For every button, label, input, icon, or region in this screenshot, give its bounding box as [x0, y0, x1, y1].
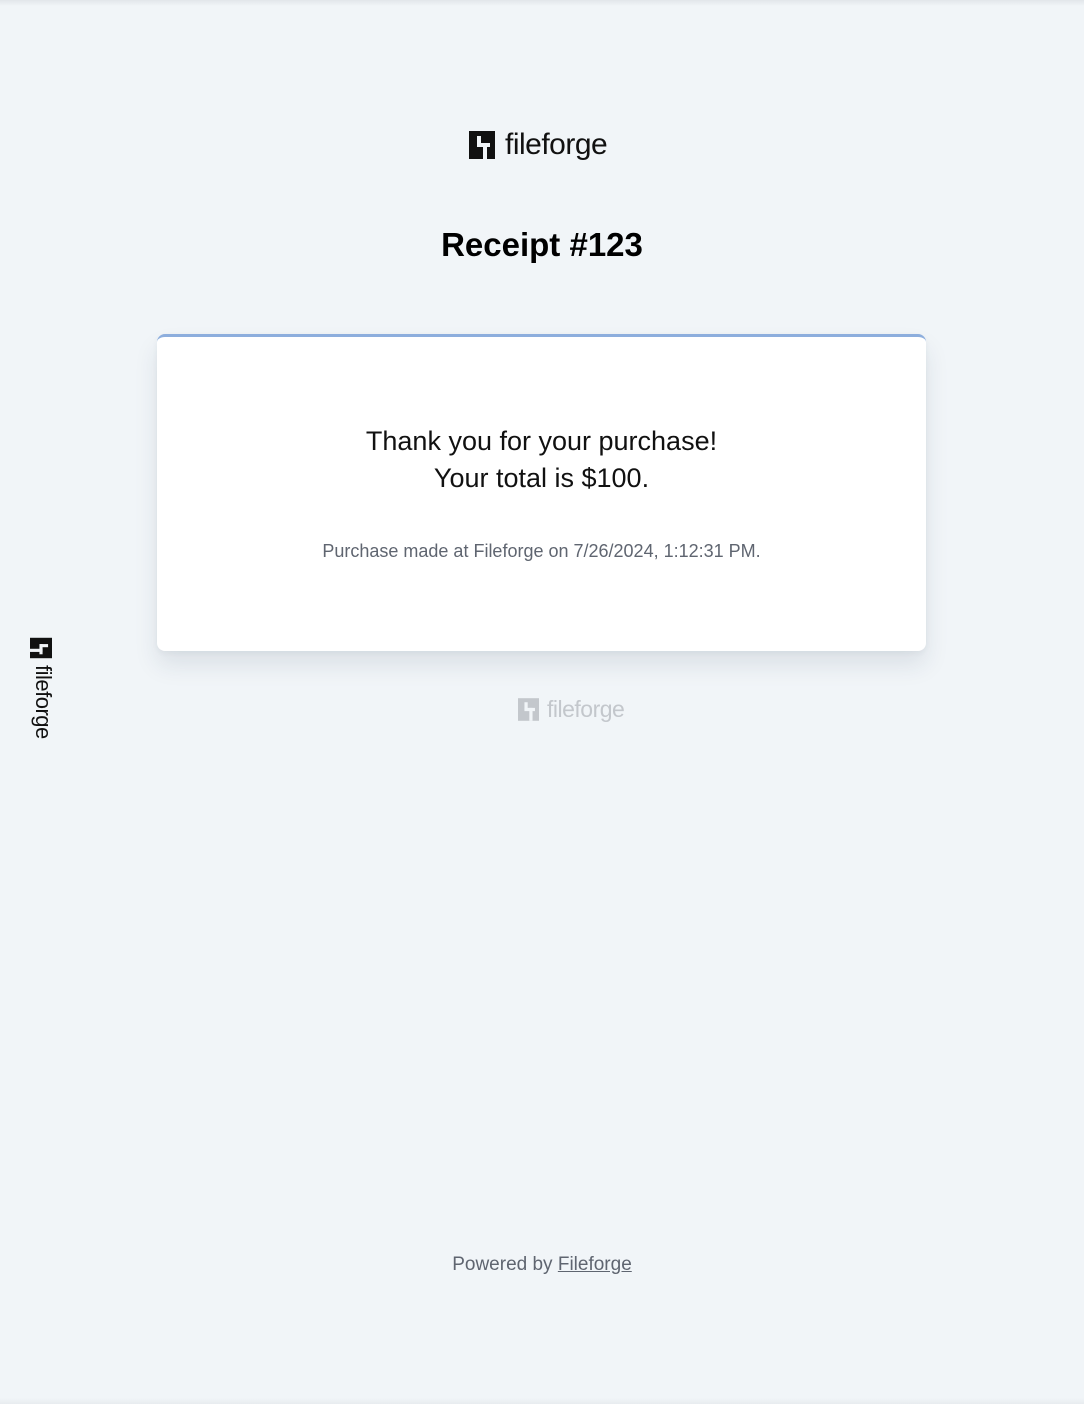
thank-you-message: Thank you for your purchase!	[365, 426, 718, 456]
watermark-logo: fileforge	[518, 696, 625, 722]
footer-prefix: Powered by	[452, 1254, 558, 1275]
footer: Powered by Fileforge	[0, 1254, 1084, 1276]
receipt-card: Thank you for your purchase! Your total …	[157, 334, 926, 651]
fileforge-logo-icon	[30, 637, 52, 659]
fileforge-logo-icon	[518, 698, 539, 721]
top-edge-shadow	[0, 0, 1084, 6]
watermark-wordmark: fileforge	[547, 696, 625, 722]
fileforge-link[interactable]: Fileforge	[558, 1254, 632, 1275]
total-message: Your total is $100.	[433, 463, 650, 493]
page-title: Receipt #123	[441, 226, 643, 263]
bottom-edge-shadow	[0, 1398, 1084, 1404]
fileforge-logo-icon	[469, 131, 495, 159]
logo-wordmark: fileforge	[505, 128, 608, 161]
side-logo-wordmark: fileforge	[31, 665, 56, 739]
side-logo: fileforge	[30, 637, 56, 757]
header-logo: fileforge	[469, 128, 608, 161]
purchase-meta: Purchase made at Fileforge on 7/26/2024,…	[322, 541, 761, 561]
